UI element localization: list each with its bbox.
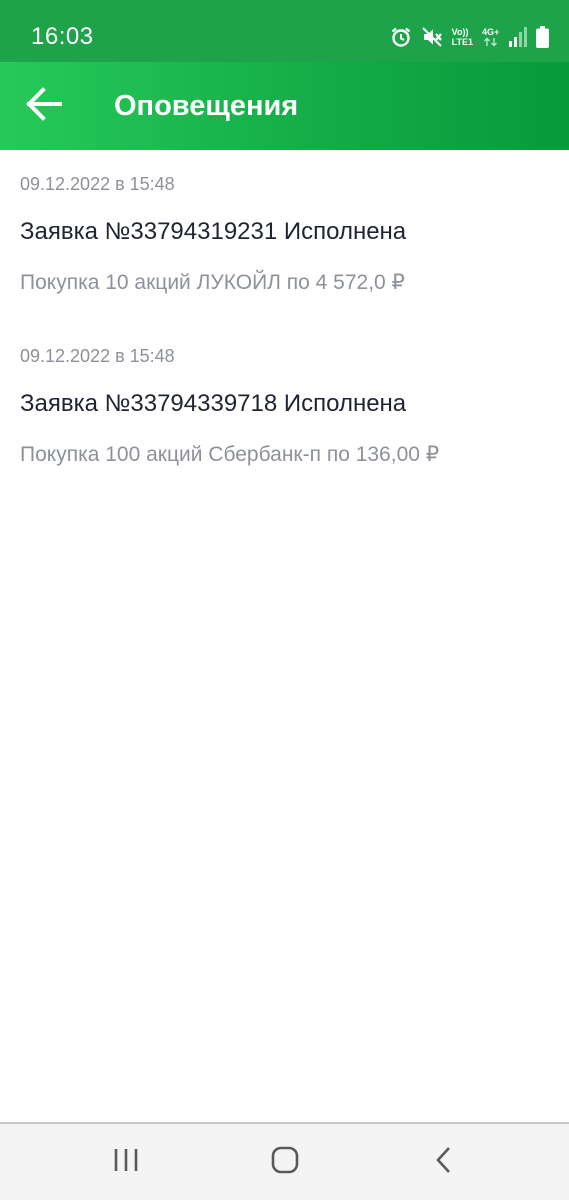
status-time: 16:03 (31, 23, 94, 50)
notification-description: Покупка 100 акций Сбербанк-п по 136,00 ₽ (20, 443, 440, 466)
status-bar: 16:03 Vo)) LTE1 4G+ (0, 0, 569, 62)
system-nav-bar (0, 1122, 569, 1200)
back-icon (435, 1146, 453, 1179)
app-bar: Оповещения (0, 62, 569, 150)
home-icon (271, 1146, 299, 1179)
volte-top-label: Vo)) (451, 27, 469, 37)
home-button[interactable] (255, 1142, 315, 1182)
volte-bottom-label: LTE1 (451, 37, 473, 47)
notification-title: Заявка №33794339718 Исполнена (20, 390, 407, 417)
battery-icon (536, 26, 549, 48)
notification-item[interactable]: 09.12.2022 в 15:48 Заявка №33794319231 И… (0, 150, 569, 322)
volte-icon: Vo)) LTE1 (452, 27, 473, 47)
system-back-button[interactable] (414, 1142, 474, 1182)
arrow-left-icon (25, 86, 63, 126)
notification-description: Покупка 10 акций ЛУКОЙЛ по 4 572,0 ₽ (20, 271, 405, 294)
recent-apps-icon (113, 1148, 139, 1177)
back-button[interactable] (14, 76, 74, 136)
notification-date: 09.12.2022 в 15:48 (20, 346, 175, 366)
status-icons: Vo)) LTE1 4G+ (390, 24, 549, 50)
mobile-data-icon: 4G+ (482, 27, 500, 47)
page-title: Оповещения (114, 90, 299, 122)
alarm-icon (390, 26, 412, 48)
notification-title: Заявка №33794319231 Исполнена (20, 218, 407, 245)
mute-icon (421, 26, 443, 48)
signal-icon (509, 27, 527, 47)
network-type-label: 4G+ (482, 27, 500, 37)
recent-apps-button[interactable] (96, 1142, 156, 1182)
notification-date: 09.12.2022 в 15:48 (20, 174, 175, 194)
notification-item[interactable]: 09.12.2022 в 15:48 Заявка №33794339718 И… (0, 322, 569, 494)
notifications-list: 09.12.2022 в 15:48 Заявка №33794319231 И… (0, 150, 569, 494)
